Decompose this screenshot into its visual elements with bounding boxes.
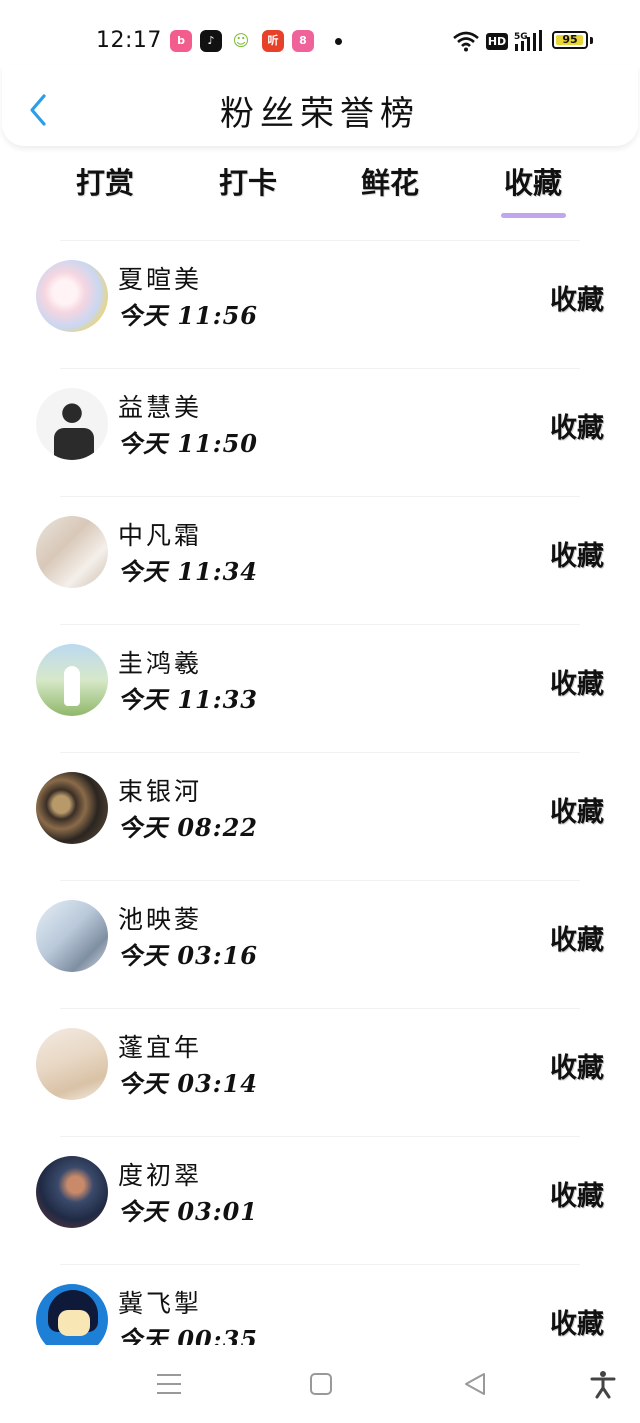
- status-time: 12:17: [96, 28, 162, 53]
- fan-action: 收藏: [550, 541, 604, 572]
- netease-news-icon: 听: [262, 30, 284, 52]
- tab-flowers[interactable]: 鲜花: [335, 160, 445, 202]
- list-item[interactable]: 圭鸿羲 今天 11:33 收藏: [0, 624, 640, 752]
- fan-time: 今天 03:16: [118, 941, 259, 970]
- fan-action: 收藏: [550, 1181, 604, 1212]
- divider: [60, 752, 580, 753]
- battery-cap: [590, 37, 593, 44]
- divider: [60, 1136, 580, 1137]
- divider: [60, 1008, 580, 1009]
- fan-time: 今天 03:01: [118, 1197, 259, 1226]
- active-tab-indicator: [501, 213, 566, 218]
- fan-name: 冀飞掣: [118, 1289, 203, 1318]
- divider: [60, 240, 580, 241]
- fan-action: 收藏: [550, 285, 604, 316]
- divider: [60, 624, 580, 625]
- tab-bar: 打赏 打卡 鲜花 收藏: [0, 160, 640, 220]
- svg-text:5G: 5G: [514, 32, 528, 42]
- tab-favorites[interactable]: 收藏: [478, 160, 588, 202]
- fan-name: 束银河: [118, 777, 203, 806]
- fan-time: 今天 08:22: [118, 813, 259, 842]
- fan-action: 收藏: [550, 797, 604, 828]
- fan-name: 池映菱: [118, 905, 203, 934]
- fan-name: 夏暄美: [118, 265, 203, 294]
- fan-time: 今天 03:14: [118, 1069, 259, 1098]
- fan-time: 今天 11:50: [118, 429, 259, 458]
- wechat-mini-icon: ☺: [230, 30, 252, 52]
- wifi-icon: [453, 31, 479, 52]
- list-item[interactable]: 中凡霜 今天 11:34 收藏: [0, 496, 640, 624]
- divider: [60, 496, 580, 497]
- avatar[interactable]: [36, 772, 108, 844]
- accessibility-icon[interactable]: [588, 1369, 618, 1399]
- fan-action: 收藏: [550, 1053, 604, 1084]
- fan-time: 今天 11:56: [118, 301, 259, 330]
- page-header: 粉丝荣誉榜: [2, 66, 638, 146]
- avatar[interactable]: [36, 644, 108, 716]
- battery-level: 95: [562, 33, 578, 46]
- fan-time: 今天 11:33: [118, 685, 259, 714]
- fan-action: 收藏: [550, 669, 604, 700]
- list-item[interactable]: 池映菱 今天 03:16 收藏: [0, 880, 640, 1008]
- list-item[interactable]: 度初翠 今天 03:01 收藏: [0, 1136, 640, 1264]
- home-square-icon[interactable]: [306, 1369, 336, 1399]
- signal-icon: 5G: [514, 30, 542, 51]
- avatar[interactable]: [36, 516, 108, 588]
- fan-name: 蓬宜年: [118, 1033, 203, 1062]
- fan-time: 今天 11:34: [118, 557, 259, 586]
- divider: [60, 1264, 580, 1265]
- bilibili-icon: b: [170, 30, 192, 52]
- notification-dot: [335, 38, 342, 45]
- menu-icon[interactable]: [154, 1369, 184, 1399]
- fan-name: 圭鸿羲: [118, 649, 203, 678]
- tab-tip[interactable]: 打赏: [50, 160, 160, 202]
- list-item[interactable]: 蓬宜年 今天 03:14 收藏: [0, 1008, 640, 1136]
- fan-name: 益慧美: [118, 393, 203, 422]
- fan-action: 收藏: [550, 1309, 604, 1340]
- page-title: 粉丝荣誉榜: [220, 94, 420, 134]
- list-item[interactable]: 夏暄美 今天 11:56 收藏: [0, 240, 640, 368]
- avatar[interactable]: [36, 1028, 108, 1100]
- back-triangle-icon[interactable]: [460, 1369, 490, 1399]
- video-app-icon: 8: [292, 30, 314, 52]
- fan-list: 夏暄美 今天 11:56 收藏 益慧美 今天 11:50 收藏 中凡霜 今天 1…: [0, 240, 640, 1392]
- tiktok-icon: ♪: [200, 30, 222, 52]
- avatar[interactable]: [36, 388, 108, 460]
- fan-action: 收藏: [550, 925, 604, 956]
- tab-checkin[interactable]: 打卡: [193, 160, 303, 202]
- avatar[interactable]: [36, 1156, 108, 1228]
- fan-name: 度初翠: [118, 1161, 203, 1190]
- fan-name: 中凡霜: [118, 521, 203, 550]
- fan-action: 收藏: [550, 413, 604, 444]
- divider: [60, 368, 580, 369]
- divider: [60, 880, 580, 881]
- avatar[interactable]: [36, 260, 108, 332]
- system-nav-bar: [0, 1345, 640, 1423]
- hd-badge: HD: [486, 33, 508, 50]
- avatar[interactable]: [36, 900, 108, 972]
- list-item[interactable]: 束银河 今天 08:22 收藏: [0, 752, 640, 880]
- list-item[interactable]: 益慧美 今天 11:50 收藏: [0, 368, 640, 496]
- battery-icon: 95: [552, 31, 588, 49]
